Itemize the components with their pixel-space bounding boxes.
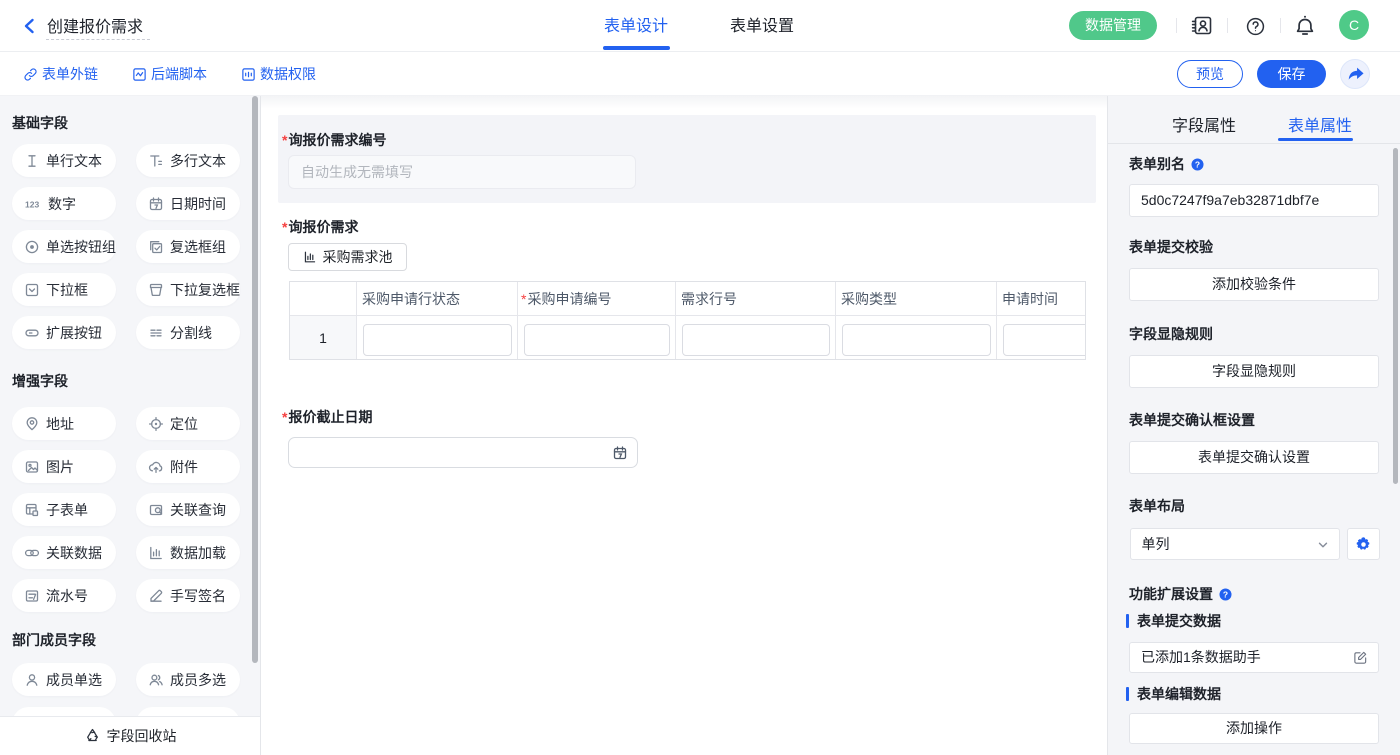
svg-text:123: 123 — [25, 199, 39, 209]
svg-text:?: ? — [1223, 589, 1228, 599]
svg-text:?: ? — [1195, 159, 1200, 169]
